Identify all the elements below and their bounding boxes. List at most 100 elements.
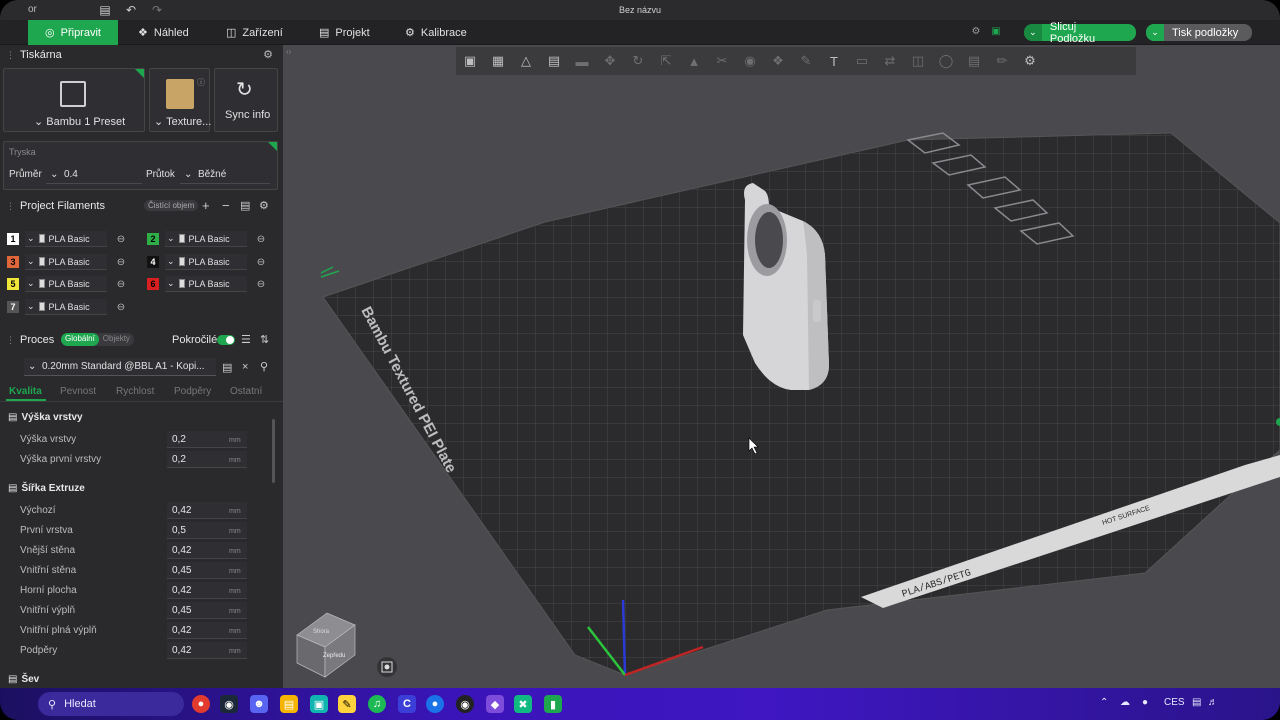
- tab-prepare[interactable]: ◎ Připravit: [28, 20, 118, 45]
- arrange-icon[interactable]: ▤: [540, 47, 568, 75]
- tab-project[interactable]: ▤ Projekt: [307, 20, 382, 45]
- filament-item[interactable]: 4 ⌄ PLA Basic ⊖: [147, 253, 267, 271]
- edit-filament-icon[interactable]: ⊖: [115, 257, 127, 268]
- advanced-toggle[interactable]: [217, 335, 235, 345]
- cut-icon[interactable]: ✂: [708, 47, 736, 75]
- tray-chevron-icon[interactable]: ⌃: [1100, 697, 1108, 708]
- filament-item[interactable]: 3 ⌄ PLA Basic ⊖: [7, 253, 127, 271]
- svg-tool-icon[interactable]: ▭: [848, 47, 876, 75]
- discord-icon[interactable]: ☻: [250, 695, 268, 713]
- chevron-down-icon[interactable]: ⌄: [1024, 24, 1042, 41]
- network-icon[interactable]: ▤: [1192, 697, 1201, 708]
- scale-icon[interactable]: ⇱: [652, 47, 680, 75]
- process-preset-select[interactable]: ⌄ 0.20mm Standard @BBL A1 - Kopi...: [24, 358, 216, 376]
- sync-info-button[interactable]: ↻ Sync info: [214, 68, 278, 132]
- subtab-quality[interactable]: Kvalita: [9, 386, 42, 397]
- subtab-supports[interactable]: Podpěry: [174, 386, 211, 397]
- cloud-icon[interactable]: ☁: [1120, 697, 1130, 708]
- save-preset-icon[interactable]: ▤: [222, 361, 232, 374]
- print-plate-button[interactable]: ⌄ Tisk podložky: [1146, 24, 1252, 41]
- view-cube-front[interactable]: Zepředu: [323, 653, 345, 659]
- brim-ears-icon[interactable]: ◯: [932, 47, 960, 75]
- filament-item[interactable]: 2 ⌄ PLA Basic ⊖: [147, 230, 267, 248]
- filament-select[interactable]: ⌄ PLA Basic: [165, 276, 247, 292]
- diameter-select[interactable]: ⌄ 0.4: [46, 166, 142, 184]
- search-icon[interactable]: ⚲: [260, 360, 268, 373]
- filament-item[interactable]: 5 ⌄ PLA Basic ⊖: [7, 275, 127, 293]
- volume-icon[interactable]: ♬: [1208, 697, 1218, 708]
- move-icon[interactable]: ✥: [596, 47, 624, 75]
- variable-layer-icon[interactable]: ▤: [960, 47, 988, 75]
- tab-calibration[interactable]: ⚙ Kalibrace: [393, 20, 479, 45]
- filament-select[interactable]: ⌄ PLA Basic: [25, 231, 107, 247]
- add-object-icon[interactable]: ▣: [456, 47, 484, 75]
- info-icon[interactable]: ⓘ: [197, 77, 205, 88]
- scrollbar[interactable]: [272, 419, 275, 483]
- toggle-objects[interactable]: Objekty: [99, 333, 134, 346]
- view-cube-top[interactable]: Shora: [313, 629, 330, 635]
- language-indicator[interactable]: CES: [1164, 697, 1185, 708]
- taskbar-search[interactable]: ⚲ Hledat: [38, 692, 184, 716]
- app-diamond-icon[interactable]: ◆: [486, 695, 504, 713]
- github-icon[interactable]: ◉: [456, 695, 474, 713]
- notes-icon[interactable]: ✎: [338, 695, 356, 713]
- toggle-global[interactable]: Globální: [61, 333, 99, 346]
- filament-select[interactable]: ⌄ PLA Basic: [25, 276, 107, 292]
- app-x-icon[interactable]: ✖: [514, 695, 532, 713]
- filament-item[interactable]: 7 ⌄ PLA Basic ⊖: [7, 298, 127, 316]
- rotate-icon[interactable]: ↻: [624, 47, 652, 75]
- list-icon[interactable]: ☰: [241, 333, 251, 346]
- plate-type-card[interactable]: ⓘ ⌄ Texture...: [149, 68, 211, 132]
- steam-icon[interactable]: ◉: [220, 695, 238, 713]
- split-icon[interactable]: ▬: [568, 47, 596, 75]
- fit-view-button[interactable]: [377, 657, 397, 677]
- edit-filament-icon[interactable]: ⊖: [255, 257, 267, 268]
- microphone-icon[interactable]: ●: [1142, 697, 1148, 708]
- orient-icon[interactable]: △: [512, 47, 540, 75]
- edit-filament-icon[interactable]: ⊖: [115, 279, 127, 290]
- filament-select[interactable]: ⌄ PLA Basic: [165, 254, 247, 270]
- scene[interactable]: PLA/ABS/PETG HOT SURFACE Bambu Textured …: [283, 45, 1280, 688]
- slice-plate-button[interactable]: ⌄ Slicuj Podložku: [1024, 21, 1136, 45]
- app-icon[interactable]: ▣: [310, 695, 328, 713]
- subtab-others[interactable]: Ostatní: [230, 386, 262, 397]
- edit-filament-icon[interactable]: ⊖: [115, 234, 127, 245]
- edit-filament-icon[interactable]: ⊖: [255, 279, 267, 290]
- gear-icon[interactable]: ⚙: [263, 48, 273, 61]
- subtab-speed[interactable]: Rychlost: [116, 386, 154, 397]
- chrome-profile-icon[interactable]: ●: [426, 695, 444, 713]
- purge-volume-button[interactable]: Čistící objem: [144, 200, 199, 211]
- device-status-icon[interactable]: ▣: [990, 26, 1002, 38]
- add-filament-icon[interactable]: +: [202, 198, 210, 213]
- edit-filament-icon[interactable]: ⊖: [255, 234, 267, 245]
- seam-paint-icon[interactable]: ✎: [792, 47, 820, 75]
- flow-select[interactable]: ⌄ Běžné: [180, 166, 270, 184]
- mesh-boolean-icon[interactable]: ◉: [736, 47, 764, 75]
- ams-icon[interactable]: ▤: [240, 199, 250, 212]
- add-plate-icon[interactable]: ▦: [484, 47, 512, 75]
- close-icon[interactable]: ×: [242, 361, 248, 373]
- filament-select[interactable]: ⌄ PLA Basic: [25, 299, 107, 315]
- assembly-icon[interactable]: ◫: [904, 47, 932, 75]
- gear-icon[interactable]: ⚙: [259, 199, 269, 212]
- printer-section-header[interactable]: ⋮ Tiskárna ⚙: [0, 45, 283, 65]
- text-tool-icon[interactable]: T: [820, 47, 848, 75]
- remove-filament-icon[interactable]: −: [222, 198, 230, 213]
- subtab-strength[interactable]: Pevnost: [60, 386, 96, 397]
- bambu-studio-icon[interactable]: ▮: [544, 695, 562, 713]
- measure-icon[interactable]: ⇄: [876, 47, 904, 75]
- filament-item[interactable]: 1 ⌄ PLA Basic ⊖: [7, 230, 127, 248]
- app-c-icon[interactable]: C: [398, 695, 416, 713]
- 3d-viewport[interactable]: PLA/ABS/PETG HOT SURFACE Bambu Textured …: [283, 45, 1280, 688]
- lay-on-face-icon[interactable]: ▲: [680, 47, 708, 75]
- printer-preset-card[interactable]: ⌄ Bambu 1 Preset: [3, 68, 145, 132]
- filament-item[interactable]: 6 ⌄ PLA Basic ⊖: [147, 275, 267, 293]
- file-explorer-icon[interactable]: ▤: [280, 695, 298, 713]
- settings-icon[interactable]: ⚙: [970, 26, 982, 38]
- filament-select[interactable]: ⌄ PLA Basic: [25, 254, 107, 270]
- global-objects-toggle[interactable]: Globální Objekty: [61, 333, 134, 346]
- tab-device[interactable]: ◫ Zařízení: [214, 20, 295, 45]
- paint-icon[interactable]: ✏: [988, 47, 1016, 75]
- chevron-down-icon[interactable]: ⌄: [1146, 24, 1164, 41]
- view-options-icon[interactable]: ⚙: [1016, 47, 1044, 75]
